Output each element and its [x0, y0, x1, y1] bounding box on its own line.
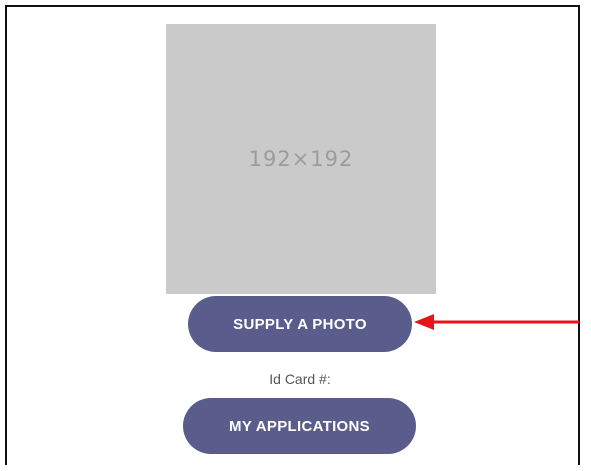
id-card-label: Id Card #:: [269, 371, 331, 387]
supply-photo-button-label: SUPPLY A PHOTO: [233, 315, 367, 333]
photo-placeholder: 192×192: [166, 24, 436, 294]
left-arrow-icon: [414, 314, 579, 330]
supply-photo-button[interactable]: SUPPLY A PHOTO: [188, 296, 412, 352]
my-applications-button[interactable]: MY APPLICATIONS: [183, 398, 416, 454]
photo-placeholder-text: 192×192: [248, 147, 354, 171]
my-applications-button-label: MY APPLICATIONS: [229, 417, 370, 435]
